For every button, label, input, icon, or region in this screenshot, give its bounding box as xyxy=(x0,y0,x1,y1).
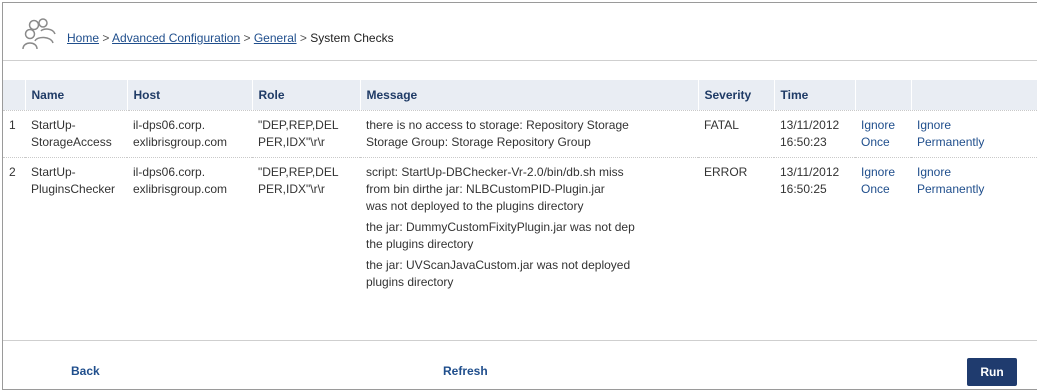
breadcrumb-general-link[interactable]: General xyxy=(254,31,297,45)
column-header-role[interactable]: Role xyxy=(252,80,361,110)
system-checks-panel: Home > Advanced Configuration > General … xyxy=(2,2,1037,390)
ignore-permanently-cell: Ignore Permanently xyxy=(911,156,1037,297)
breadcrumb-separator: > xyxy=(102,31,110,45)
column-header-host[interactable]: Host xyxy=(127,80,253,110)
column-header-index xyxy=(3,80,26,110)
column-header-message[interactable]: Message xyxy=(360,80,699,110)
ignore-permanently-link[interactable]: Ignore Permanently xyxy=(917,117,1037,151)
ignore-permanently-cell: Ignore Permanently xyxy=(911,109,1037,157)
check-message: there is no access to storage: Repositor… xyxy=(360,109,698,157)
breadcrumb-current: System Checks xyxy=(310,31,394,45)
refresh-button[interactable]: Refresh xyxy=(443,364,488,378)
column-header-ignore-once xyxy=(855,80,912,110)
check-time: 13/11/2012 16:50:23 xyxy=(774,109,855,157)
breadcrumb-home-link[interactable]: Home xyxy=(67,31,99,45)
table-row: 1 StartUp- StorageAccess il-dps06.corp. … xyxy=(3,109,1037,157)
column-header-time[interactable]: Time xyxy=(774,80,856,110)
column-header-ignore-permanently xyxy=(911,80,1037,110)
column-header-severity[interactable]: Severity xyxy=(698,80,775,110)
system-checks-table: Name Host Role Message Severity Time 1 S… xyxy=(3,80,1037,297)
ignore-permanently-link[interactable]: Ignore Permanently xyxy=(917,164,1037,198)
ignore-once-link[interactable]: Ignore Once xyxy=(861,117,905,151)
table-header-row: Name Host Role Message Severity Time xyxy=(3,80,1037,110)
breadcrumb-advanced-configuration-link[interactable]: Advanced Configuration xyxy=(112,31,240,45)
back-button[interactable]: Back xyxy=(71,364,100,378)
page-header: Home > Advanced Configuration > General … xyxy=(3,3,1037,61)
breadcrumb-separator: > xyxy=(243,31,251,45)
check-message: script: StartUp-DBChecker-Vr-2.0/bin/db.… xyxy=(360,156,698,297)
users-group-icon xyxy=(22,18,56,50)
check-name: StartUp- PluginsChecker xyxy=(25,156,127,297)
check-severity: FATAL xyxy=(698,109,774,157)
action-footer: Back Refresh Run xyxy=(3,340,1037,389)
check-host: il-dps06.corp. exlibrisgroup.com xyxy=(127,156,252,297)
ignore-once-link[interactable]: Ignore Once xyxy=(861,164,905,198)
row-index: 2 xyxy=(3,156,25,297)
column-header-name[interactable]: Name xyxy=(25,80,128,110)
check-host: il-dps06.corp. exlibrisgroup.com xyxy=(127,109,252,157)
check-role: "DEP,REP,DEL PER,IDX"\r\r xyxy=(252,109,360,157)
breadcrumb-separator: > xyxy=(299,31,307,45)
run-button[interactable]: Run xyxy=(967,358,1017,386)
check-name: StartUp- StorageAccess xyxy=(25,109,127,157)
check-role: "DEP,REP,DEL PER,IDX"\r\r xyxy=(252,156,360,297)
check-severity: ERROR xyxy=(698,156,774,297)
check-time: 13/11/2012 16:50:25 xyxy=(774,156,855,297)
table-row: 2 StartUp- PluginsChecker il-dps06.corp.… xyxy=(3,156,1037,297)
breadcrumb: Home > Advanced Configuration > General … xyxy=(67,31,394,45)
row-index: 1 xyxy=(3,109,25,157)
ignore-once-cell: Ignore Once xyxy=(855,109,911,157)
ignore-once-cell: Ignore Once xyxy=(855,156,911,297)
